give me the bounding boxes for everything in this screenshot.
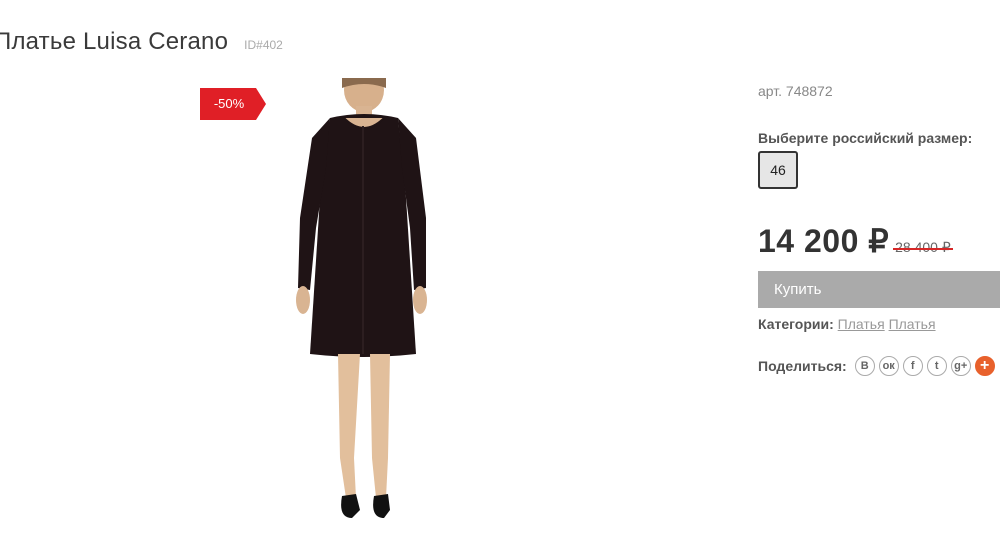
vk-icon[interactable]: B [854, 356, 875, 376]
product-sku: арт. 748872 [758, 83, 833, 99]
odnoklassniki-icon[interactable]: ок [878, 356, 899, 376]
facebook-icon[interactable]: f [902, 356, 923, 376]
size-label: Выберите российский размер: [758, 130, 973, 146]
price-row: 14 200 ₽ 28 400 ₽ [758, 222, 953, 260]
product-photo[interactable] [220, 78, 520, 530]
share-label: Поделиться: [758, 358, 847, 374]
product-title: Платье Luisa Cerano [0, 28, 229, 55]
old-price: 28 400 ₽ [893, 239, 953, 255]
twitter-icon[interactable]: t [926, 356, 947, 376]
more-share-icon[interactable]: + [974, 356, 995, 376]
title-row: Платье Luisa Cerano ID#402 [0, 28, 283, 56]
sale-badge: -50% [200, 88, 266, 120]
categories: Категории: Платья Платья [758, 316, 936, 332]
current-price: 14 200 ₽ [758, 223, 890, 259]
category-link[interactable]: Платья [889, 316, 936, 332]
category-link[interactable]: Платья [838, 316, 885, 332]
product-id: ID#402 [244, 38, 283, 52]
size-option-46[interactable]: 46 [758, 151, 798, 189]
google-plus-icon[interactable]: g+ [950, 356, 971, 376]
share-bar: Поделиться: B ок f t g+ + [758, 356, 999, 376]
dress-image [220, 78, 520, 530]
sale-percent: -50% [213, 96, 245, 111]
buy-button[interactable]: Купить [758, 271, 1000, 308]
categories-label: Категории: [758, 316, 834, 332]
